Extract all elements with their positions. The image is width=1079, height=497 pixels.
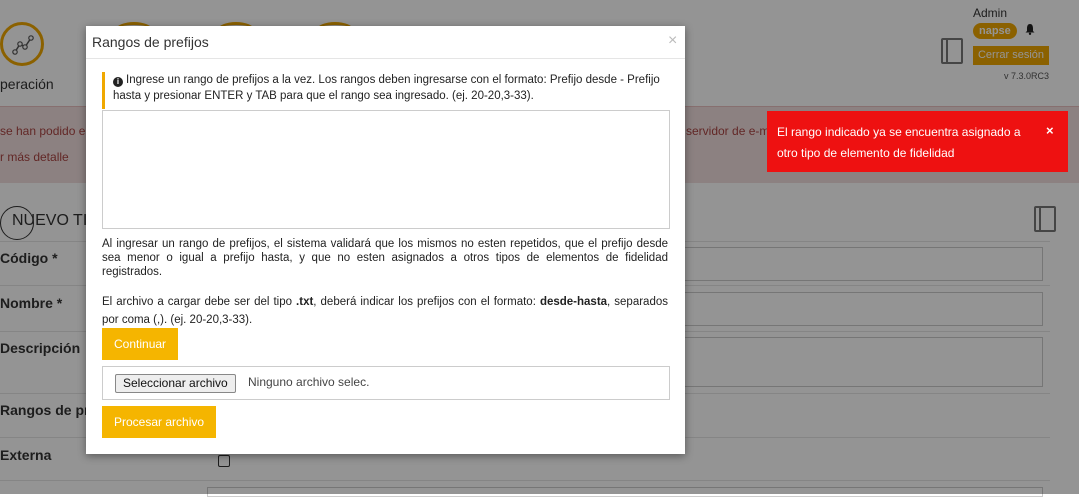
validation-text: Al ingresar un rango de prefijos, el sis… [102,238,668,278]
file-extension: .txt [296,296,314,308]
error-toast: El rango indicado ya se encuentra asigna… [767,111,1068,172]
info-icon: i [113,77,123,87]
info-callout: i Ingrese un rango de prefijos a la vez. … [102,72,668,109]
process-file-button[interactable]: Procesar archivo [102,406,217,438]
ranges-input[interactable] [102,110,670,229]
file-text-mid: , deberá indicar los prefijos con el for… [313,296,540,308]
prefix-ranges-dialog: Rangos de prefijos × i Ingrese un rango d… [86,26,685,454]
toast-message: El rango indicado ya se encuentra asigna… [777,125,1021,160]
file-text-prefix: El archivo a cargar debe ser del tipo [102,296,297,308]
info-text-block: i Ingrese un rango de prefijos a la vez. … [113,72,668,104]
file-upload-row: Seleccionar archivo Ninguno archivo sele… [102,366,670,400]
close-icon[interactable]: × [668,32,677,50]
file-status: Ninguno archivo selec. [248,375,370,389]
continue-button[interactable]: Continuar [102,328,179,360]
file-format: desde-hasta [539,296,608,308]
toast-close-icon[interactable]: × [1046,123,1054,138]
select-file-button[interactable]: Seleccionar archivo [115,374,236,393]
info-text: Ingrese un rango de prefijos a la vez. L… [113,74,660,102]
file-instructions: El archivo a cargar debe ser del tipo .t… [102,293,668,329]
dialog-title: Rangos de prefijos [92,34,209,50]
dialog-header: Rangos de prefijos × [86,26,685,59]
